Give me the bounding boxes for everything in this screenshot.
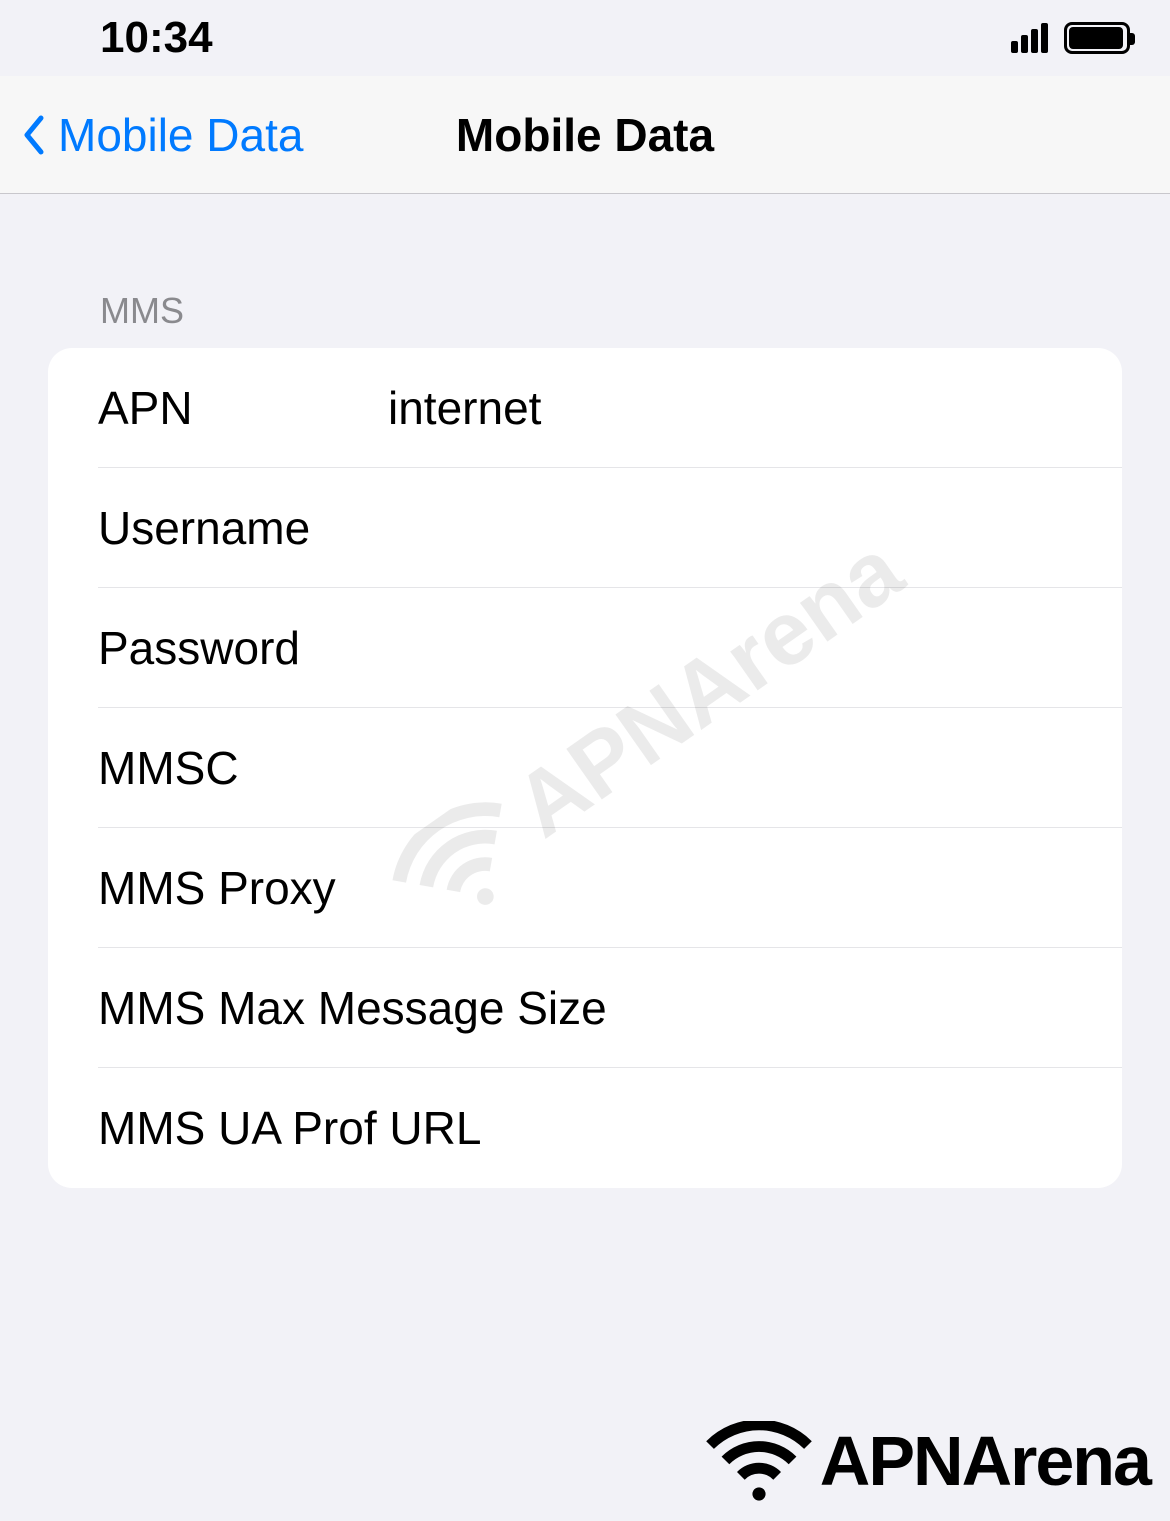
footer-logo: APNArena [704,1421,1150,1501]
setting-row-mms-ua-prof[interactable]: MMS UA Prof URL [48,1068,1122,1188]
row-label: Password [98,621,388,675]
apn-input[interactable] [388,381,1122,435]
row-label: MMSC [98,741,388,795]
row-label: APN [98,381,388,435]
row-label: Username [98,501,388,555]
navigation-bar: Mobile Data Mobile Data [0,76,1170,194]
setting-row-mms-max-size[interactable]: MMS Max Message Size [48,948,1122,1068]
row-label: MMS Max Message Size [98,981,607,1035]
cellular-signal-icon [1011,23,1048,53]
setting-row-apn[interactable]: APN [48,348,1122,468]
back-button[interactable]: Mobile Data [18,108,303,162]
battery-icon [1064,22,1130,54]
mmsc-input[interactable] [388,741,1122,795]
setting-row-password[interactable]: Password [48,588,1122,708]
row-label: MMS UA Prof URL [98,1101,481,1155]
wifi-icon [704,1421,814,1501]
setting-row-username[interactable]: Username [48,468,1122,588]
chevron-left-icon [18,112,48,158]
status-time: 10:34 [100,13,213,63]
back-button-label: Mobile Data [58,108,303,162]
mms-proxy-input[interactable] [388,861,1122,915]
password-input[interactable] [388,621,1122,675]
status-indicators [1011,22,1130,54]
setting-row-mmsc[interactable]: MMSC [48,708,1122,828]
username-input[interactable] [388,501,1122,555]
settings-group-mms: APN Username Password MMSC MMS Proxy MMS… [48,348,1122,1188]
status-bar: 10:34 [0,0,1170,76]
section-header-mms: MMS [0,194,1170,348]
setting-row-mms-proxy[interactable]: MMS Proxy [48,828,1122,948]
page-title: Mobile Data [456,108,714,162]
footer-logo-text: APNArena [820,1421,1150,1501]
row-label: MMS Proxy [98,861,388,915]
